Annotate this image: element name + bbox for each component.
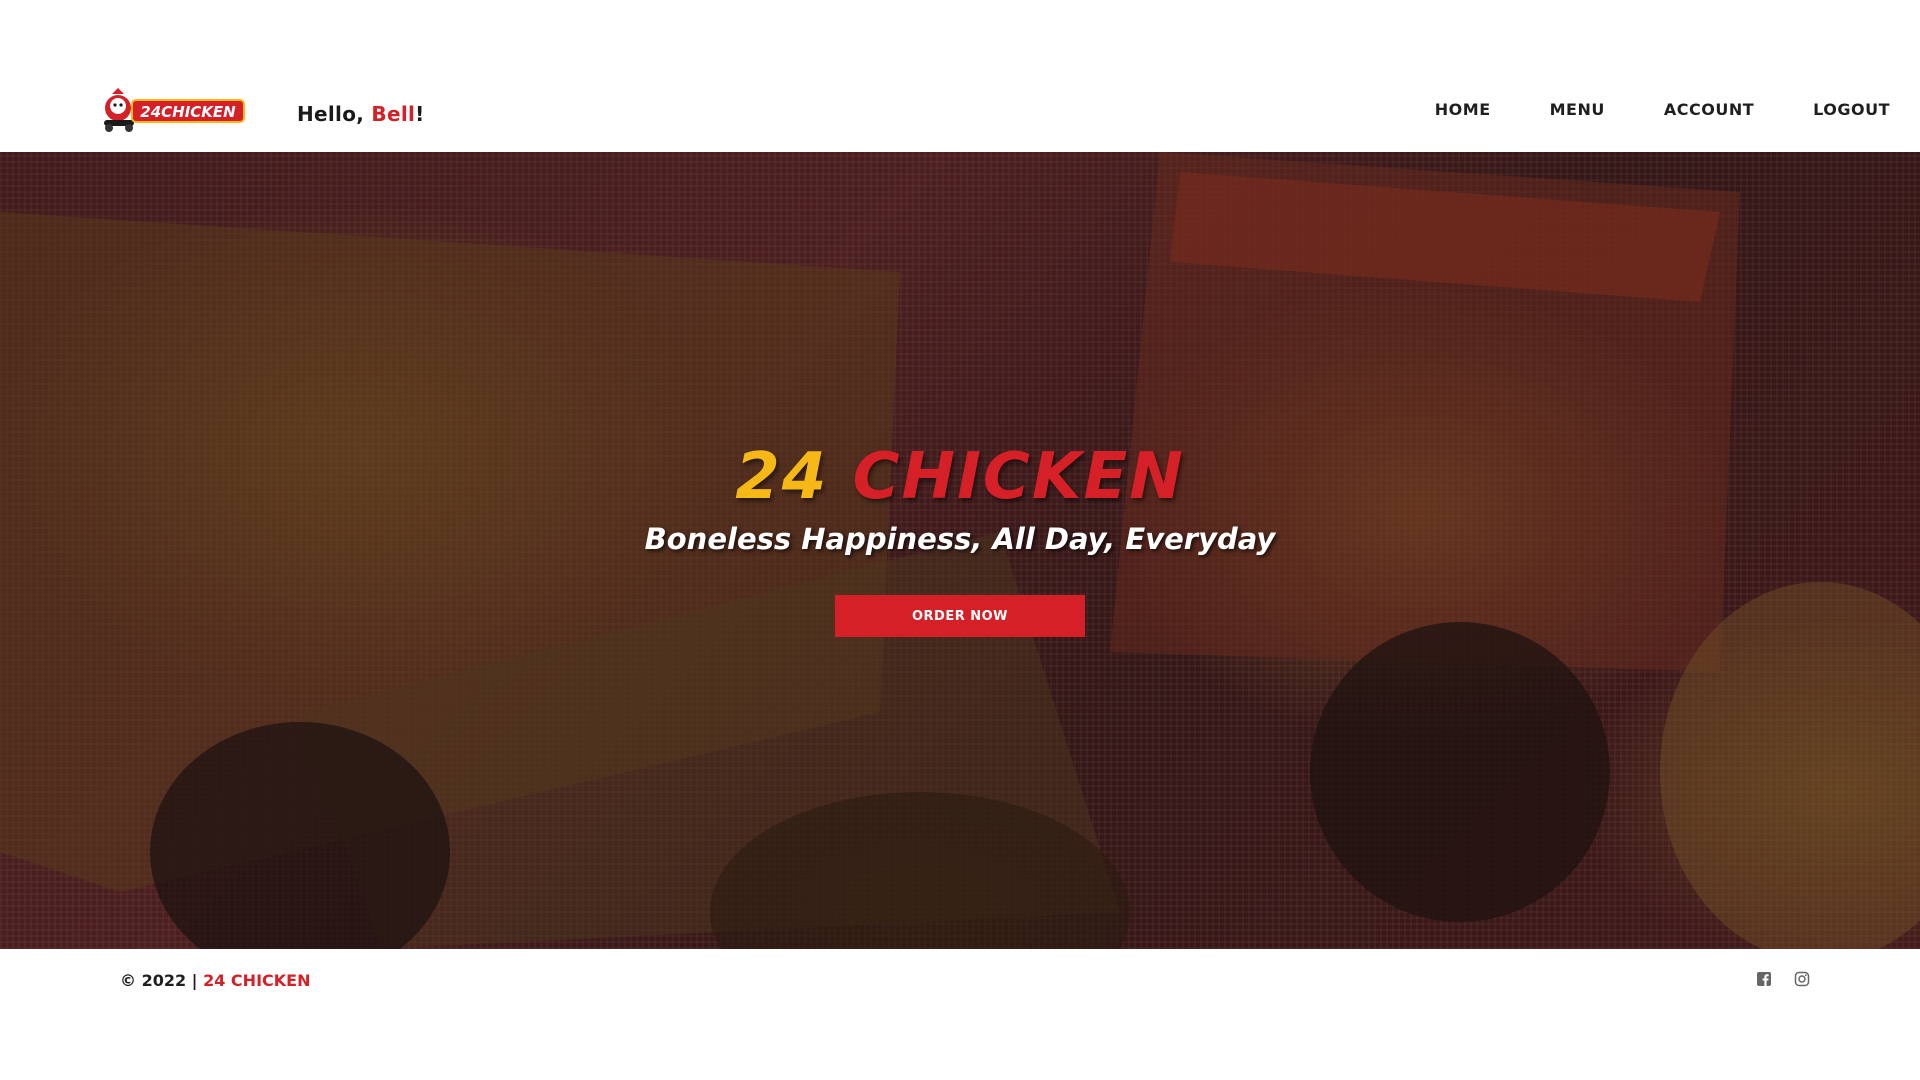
greeting-prefix: Hello, [297, 102, 372, 126]
copyright-brand: 24 CHICKEN [203, 971, 311, 990]
greeting: Hello, Bell! [297, 102, 425, 126]
nav-menu[interactable]: MENU [1550, 100, 1605, 119]
order-now-button[interactable]: ORDER NOW [835, 595, 1085, 637]
copyright-prefix: © 2022 | [120, 971, 204, 990]
site-header: 24CHICKEN Hello, Bell! HOME MENU ACCOUNT… [0, 0, 1920, 152]
greeting-suffix: ! [415, 102, 425, 126]
nav-account[interactable]: ACCOUNT [1664, 100, 1754, 119]
hero-brand-title: 24 CHICKEN [0, 440, 1920, 514]
site-footer: © 2022 | 24 CHICKEN [0, 949, 1920, 1080]
social-links [1756, 971, 1810, 987]
user-name: Bell [371, 102, 416, 126]
brand-word: CHICKEN [852, 440, 1185, 514]
brand-logo[interactable]: 24CHICKEN [100, 86, 248, 134]
facebook-icon[interactable] [1756, 971, 1772, 987]
main-nav: HOME MENU ACCOUNT LOGOUT [1376, 100, 1890, 119]
hero-banner: 24 CHICKEN Boneless Happiness, All Day, … [0, 152, 1920, 949]
nav-logout[interactable]: LOGOUT [1813, 100, 1890, 119]
brand-number: 24 [735, 440, 829, 514]
hero-tagline: Boneless Happiness, All Day, Everyday [644, 522, 1276, 556]
logo-text: 24CHICKEN [140, 103, 236, 121]
instagram-icon[interactable] [1794, 971, 1810, 987]
copyright: © 2022 | 24 CHICKEN [120, 971, 310, 990]
nav-home[interactable]: HOME [1435, 100, 1491, 119]
hero-content: 24 CHICKEN Boneless Happiness, All Day, … [0, 152, 1920, 949]
